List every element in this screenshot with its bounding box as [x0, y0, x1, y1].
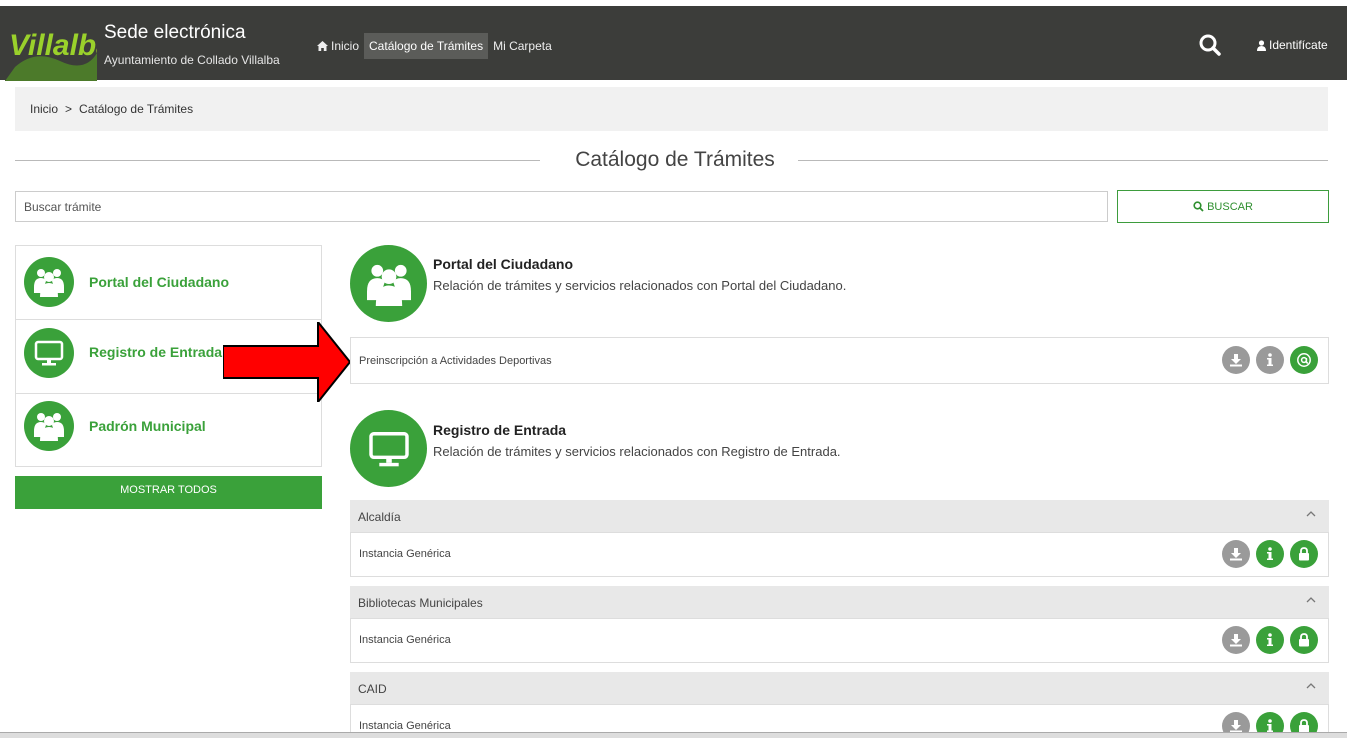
- red-arrow-annotation: [223, 322, 350, 402]
- people-icon: [350, 245, 427, 322]
- monitor-icon: [350, 410, 427, 487]
- page-title: Catálogo de Trámites: [575, 148, 775, 171]
- page: Villalba Sede electrónica Ayuntamiento d…: [0, 0, 1347, 738]
- chevron-up-icon[interactable]: [1305, 680, 1317, 692]
- search-icon: [1193, 201, 1204, 212]
- breadcrumb-inicio[interactable]: Inicio: [30, 102, 58, 116]
- tramite-actions: [1222, 626, 1318, 654]
- group-label: CAID: [358, 682, 387, 696]
- section-description: Relación de trámites y servicios relacio…: [433, 278, 847, 293]
- nav-catalogo[interactable]: Catálogo de Trámites: [364, 33, 489, 59]
- nav-mi-carpeta-label: Mi Carpeta: [493, 39, 552, 53]
- bottom-taskbar-strip: [0, 732, 1347, 738]
- tramite-label[interactable]: Instancia Genérica: [359, 720, 451, 732]
- lock-icon[interactable]: [1290, 626, 1318, 654]
- nav-mi-carpeta[interactable]: Mi Carpeta: [488, 33, 557, 59]
- nav-inicio[interactable]: Inicio: [312, 33, 364, 59]
- download-icon[interactable]: [1222, 346, 1250, 374]
- section-description: Relación de trámites y servicios relacio…: [433, 444, 841, 459]
- chevron-up-icon[interactable]: [1305, 594, 1317, 606]
- login-label: Identifícate: [1269, 38, 1328, 52]
- chevron-up-icon[interactable]: [1305, 508, 1317, 520]
- info-icon[interactable]: [1256, 626, 1284, 654]
- people-icon: [24, 401, 74, 451]
- top-navbar: Villalba Sede electrónica Ayuntamiento d…: [0, 0, 1347, 81]
- villalba-logo[interactable]: Villalba: [5, 9, 97, 81]
- search-button[interactable]: BUSCAR: [1117, 190, 1329, 223]
- search-icon[interactable]: [1197, 32, 1223, 58]
- tramite-row[interactable]: Instancia Genérica: [350, 532, 1329, 577]
- download-icon[interactable]: [1222, 540, 1250, 568]
- search-input[interactable]: [15, 191, 1108, 222]
- lock-icon[interactable]: [1290, 540, 1318, 568]
- section-title: Registro de Entrada: [433, 422, 567, 438]
- group-header-bibliotecas[interactable]: Bibliotecas Municipales: [350, 586, 1329, 618]
- info-icon[interactable]: [1256, 540, 1284, 568]
- user-icon: [1257, 39, 1266, 51]
- sidebar-item-label: Registro de Entrada: [89, 344, 223, 360]
- download-icon[interactable]: [1222, 626, 1250, 654]
- at-icon[interactable]: [1290, 346, 1318, 374]
- tramite-row[interactable]: Instancia Genérica: [350, 618, 1329, 663]
- tramite-label[interactable]: Preinscripción a Actividades Deportivas: [359, 355, 552, 367]
- main-nav: Inicio Catálogo de Trámites Mi Carpeta: [312, 33, 557, 59]
- group-label: Alcaldía: [358, 510, 401, 524]
- tramite-label[interactable]: Instancia Genérica: [359, 548, 451, 560]
- people-icon: [24, 257, 74, 307]
- breadcrumb-current: Catálogo de Trámites: [79, 102, 194, 116]
- login-link[interactable]: Identifícate: [1257, 38, 1328, 52]
- tramite-row[interactable]: Preinscripción a Actividades Deportivas: [350, 337, 1329, 384]
- logo-text: Villalba: [9, 29, 97, 62]
- breadcrumb: Inicio > Catálogo de Trámites: [15, 87, 1328, 131]
- home-icon: [317, 41, 328, 51]
- tramite-label[interactable]: Instancia Genérica: [359, 634, 451, 646]
- show-all-button[interactable]: MOSTRAR TODOS: [15, 476, 322, 509]
- title-rule-left: [15, 160, 540, 161]
- site-title[interactable]: Sede electrónica: [104, 22, 246, 44]
- breadcrumb-separator: >: [65, 102, 73, 116]
- sidebar-item-padron-municipal[interactable]: Padrón Municipal: [16, 394, 321, 468]
- nav-catalogo-label: Catálogo de Trámites: [369, 39, 484, 53]
- sidebar-item-label: Portal del Ciudadano: [89, 274, 230, 290]
- sidebar-item-label: Padrón Municipal: [89, 418, 206, 434]
- group-label: Bibliotecas Municipales: [358, 596, 483, 610]
- tramite-actions: [1222, 540, 1318, 568]
- site-subtitle: Ayuntamiento de Collado Villalba: [104, 53, 280, 67]
- nav-inicio-label: Inicio: [331, 39, 360, 53]
- title-rule-right: [798, 160, 1328, 161]
- search-button-label: BUSCAR: [1207, 200, 1253, 213]
- section-title: Portal del Ciudadano: [433, 256, 574, 272]
- info-icon[interactable]: [1256, 346, 1284, 374]
- tramite-actions: [1222, 346, 1318, 374]
- group-header-alcaldia[interactable]: Alcaldía: [350, 500, 1329, 532]
- group-header-caid[interactable]: CAID: [350, 672, 1329, 704]
- sidebar-item-portal-ciudadano[interactable]: Portal del Ciudadano: [16, 246, 321, 320]
- monitor-icon: [24, 328, 74, 378]
